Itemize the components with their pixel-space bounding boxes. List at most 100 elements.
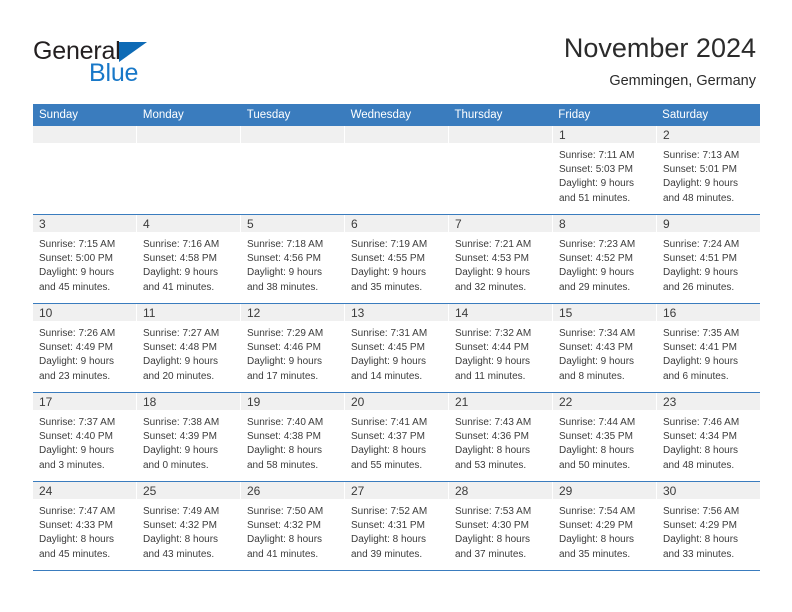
day-cell[interactable]: 10 Sunrise: 7:26 AM Sunset: 4:49 PM Dayl… xyxy=(33,304,137,392)
day-info: Sunrise: 7:40 AM Sunset: 4:38 PM Dayligh… xyxy=(241,410,344,473)
daylight-text-line2: and 45 minutes. xyxy=(39,548,111,560)
day-cell[interactable]: 29 Sunrise: 7:54 AM Sunset: 4:29 PM Dayl… xyxy=(553,482,657,570)
page-title: November 2024 xyxy=(563,33,756,63)
day-number: 21 xyxy=(455,395,469,409)
sunrise-text: Sunrise: 7:29 AM xyxy=(247,328,324,339)
day-cell[interactable]: 6 Sunrise: 7:19 AM Sunset: 4:55 PM Dayli… xyxy=(345,215,449,303)
sunset-text: Sunset: 4:40 PM xyxy=(39,431,113,443)
day-cell[interactable]: 7 Sunrise: 7:21 AM Sunset: 4:53 PM Dayli… xyxy=(449,215,553,303)
day-info: Sunrise: 7:13 AM Sunset: 5:01 PM Dayligh… xyxy=(657,143,760,206)
weekday-header-saturday: Saturday xyxy=(662,109,709,121)
daylight-text-line1: Daylight: 9 hours xyxy=(559,267,635,279)
sunset-text: Sunset: 4:53 PM xyxy=(455,253,529,265)
sunrise-text: Sunrise: 7:15 AM xyxy=(39,239,116,250)
day-info: Sunrise: 7:38 AM Sunset: 4:39 PM Dayligh… xyxy=(137,410,240,473)
day-number: 12 xyxy=(247,306,261,320)
day-cell[interactable]: 8 Sunrise: 7:23 AM Sunset: 4:52 PM Dayli… xyxy=(553,215,657,303)
day-info: Sunrise: 7:19 AM Sunset: 4:55 PM Dayligh… xyxy=(345,232,448,295)
daylight-text-line1: Daylight: 9 hours xyxy=(143,267,219,279)
sunset-text: Sunset: 4:55 PM xyxy=(351,253,425,265)
daylight-text-line1: Daylight: 8 hours xyxy=(559,534,635,546)
daylight-text-line2: and 23 minutes. xyxy=(39,370,111,382)
day-number: 14 xyxy=(455,306,469,320)
day-number-band: 10 xyxy=(33,304,136,321)
day-cell[interactable]: 19 Sunrise: 7:40 AM Sunset: 4:38 PM Dayl… xyxy=(241,393,345,481)
day-number-band xyxy=(345,126,448,143)
daylight-text-line1: Daylight: 8 hours xyxy=(455,445,531,457)
day-number-band: 2 xyxy=(657,126,760,143)
day-cell[interactable]: 28 Sunrise: 7:53 AM Sunset: 4:30 PM Dayl… xyxy=(449,482,553,570)
day-cell[interactable] xyxy=(33,126,137,214)
sunset-text: Sunset: 4:58 PM xyxy=(143,253,217,265)
daylight-text-line2: and 20 minutes. xyxy=(143,370,215,382)
day-cell[interactable]: 20 Sunrise: 7:41 AM Sunset: 4:37 PM Dayl… xyxy=(345,393,449,481)
day-cell[interactable]: 24 Sunrise: 7:47 AM Sunset: 4:33 PM Dayl… xyxy=(33,482,137,570)
day-cell[interactable]: 26 Sunrise: 7:50 AM Sunset: 4:32 PM Dayl… xyxy=(241,482,345,570)
week-row: 1 Sunrise: 7:11 AM Sunset: 5:03 PM Dayli… xyxy=(33,126,760,215)
day-cell[interactable] xyxy=(345,126,449,214)
day-cell[interactable]: 3 Sunrise: 7:15 AM Sunset: 5:00 PM Dayli… xyxy=(33,215,137,303)
general-blue-logo[interactable]: General Blue xyxy=(33,38,213,86)
day-cell[interactable]: 4 Sunrise: 7:16 AM Sunset: 4:58 PM Dayli… xyxy=(137,215,241,303)
daylight-text-line2: and 3 minutes. xyxy=(39,459,105,471)
daylight-text-line1: Daylight: 9 hours xyxy=(247,267,323,279)
weekday-header-monday: Monday xyxy=(142,109,184,121)
sunrise-text: Sunrise: 7:27 AM xyxy=(143,328,220,339)
weekday-header-friday: Friday xyxy=(558,109,591,121)
day-number: 30 xyxy=(663,484,677,498)
daylight-text-line1: Daylight: 9 hours xyxy=(663,356,739,368)
day-cell[interactable]: 22 Sunrise: 7:44 AM Sunset: 4:35 PM Dayl… xyxy=(553,393,657,481)
day-cell[interactable]: 25 Sunrise: 7:49 AM Sunset: 4:32 PM Dayl… xyxy=(137,482,241,570)
day-cell[interactable]: 14 Sunrise: 7:32 AM Sunset: 4:44 PM Dayl… xyxy=(449,304,553,392)
sunset-text: Sunset: 4:38 PM xyxy=(247,431,321,443)
day-cell[interactable]: 1 Sunrise: 7:11 AM Sunset: 5:03 PM Dayli… xyxy=(553,126,657,214)
day-cell[interactable]: 18 Sunrise: 7:38 AM Sunset: 4:39 PM Dayl… xyxy=(137,393,241,481)
day-info: Sunrise: 7:49 AM Sunset: 4:32 PM Dayligh… xyxy=(137,499,240,562)
day-cell[interactable]: 13 Sunrise: 7:31 AM Sunset: 4:45 PM Dayl… xyxy=(345,304,449,392)
day-cell[interactable]: 23 Sunrise: 7:46 AM Sunset: 4:34 PM Dayl… xyxy=(657,393,760,481)
day-cell[interactable] xyxy=(137,126,241,214)
daylight-text-line1: Daylight: 9 hours xyxy=(351,267,427,279)
day-cell[interactable]: 12 Sunrise: 7:29 AM Sunset: 4:46 PM Dayl… xyxy=(241,304,345,392)
day-number-band: 22 xyxy=(553,393,656,410)
day-cell[interactable]: 16 Sunrise: 7:35 AM Sunset: 4:41 PM Dayl… xyxy=(657,304,760,392)
sunset-text: Sunset: 4:44 PM xyxy=(455,342,529,354)
day-number-band: 28 xyxy=(449,482,552,499)
daylight-text-line1: Daylight: 9 hours xyxy=(559,178,635,190)
day-info: Sunrise: 7:41 AM Sunset: 4:37 PM Dayligh… xyxy=(345,410,448,473)
day-cell[interactable]: 15 Sunrise: 7:34 AM Sunset: 4:43 PM Dayl… xyxy=(553,304,657,392)
day-cell[interactable]: 11 Sunrise: 7:27 AM Sunset: 4:48 PM Dayl… xyxy=(137,304,241,392)
day-info: Sunrise: 7:50 AM Sunset: 4:32 PM Dayligh… xyxy=(241,499,344,562)
day-number: 22 xyxy=(559,395,573,409)
daylight-text-line2: and 53 minutes. xyxy=(455,459,527,471)
day-cell[interactable]: 30 Sunrise: 7:56 AM Sunset: 4:29 PM Dayl… xyxy=(657,482,760,570)
week-row: 24 Sunrise: 7:47 AM Sunset: 4:33 PM Dayl… xyxy=(33,482,760,571)
day-cell[interactable]: 17 Sunrise: 7:37 AM Sunset: 4:40 PM Dayl… xyxy=(33,393,137,481)
day-number-band: 18 xyxy=(137,393,240,410)
day-number-band: 13 xyxy=(345,304,448,321)
day-number: 8 xyxy=(559,217,566,231)
sunset-text: Sunset: 4:41 PM xyxy=(663,342,737,354)
weekday-header-wednesday: Wednesday xyxy=(350,109,412,121)
day-cell[interactable]: 2 Sunrise: 7:13 AM Sunset: 5:01 PM Dayli… xyxy=(657,126,760,214)
sunset-text: Sunset: 4:29 PM xyxy=(663,520,737,532)
day-number-band: 8 xyxy=(553,215,656,232)
daylight-text-line1: Daylight: 9 hours xyxy=(39,445,115,457)
day-number: 19 xyxy=(247,395,261,409)
day-number: 2 xyxy=(663,128,670,142)
day-cell[interactable]: 21 Sunrise: 7:43 AM Sunset: 4:36 PM Dayl… xyxy=(449,393,553,481)
day-info: Sunrise: 7:53 AM Sunset: 4:30 PM Dayligh… xyxy=(449,499,552,562)
day-cell[interactable]: 5 Sunrise: 7:18 AM Sunset: 4:56 PM Dayli… xyxy=(241,215,345,303)
daylight-text-line2: and 32 minutes. xyxy=(455,281,527,293)
day-number: 16 xyxy=(663,306,677,320)
day-info: Sunrise: 7:26 AM Sunset: 4:49 PM Dayligh… xyxy=(33,321,136,384)
sunset-text: Sunset: 4:32 PM xyxy=(143,520,217,532)
day-cell[interactable]: 9 Sunrise: 7:24 AM Sunset: 4:51 PM Dayli… xyxy=(657,215,760,303)
sunset-text: Sunset: 4:43 PM xyxy=(559,342,633,354)
day-cell[interactable] xyxy=(449,126,553,214)
day-number-band: 17 xyxy=(33,393,136,410)
day-cell[interactable] xyxy=(241,126,345,214)
day-info: Sunrise: 7:23 AM Sunset: 4:52 PM Dayligh… xyxy=(553,232,656,295)
daylight-text-line1: Daylight: 8 hours xyxy=(663,534,739,546)
day-cell[interactable]: 27 Sunrise: 7:52 AM Sunset: 4:31 PM Dayl… xyxy=(345,482,449,570)
